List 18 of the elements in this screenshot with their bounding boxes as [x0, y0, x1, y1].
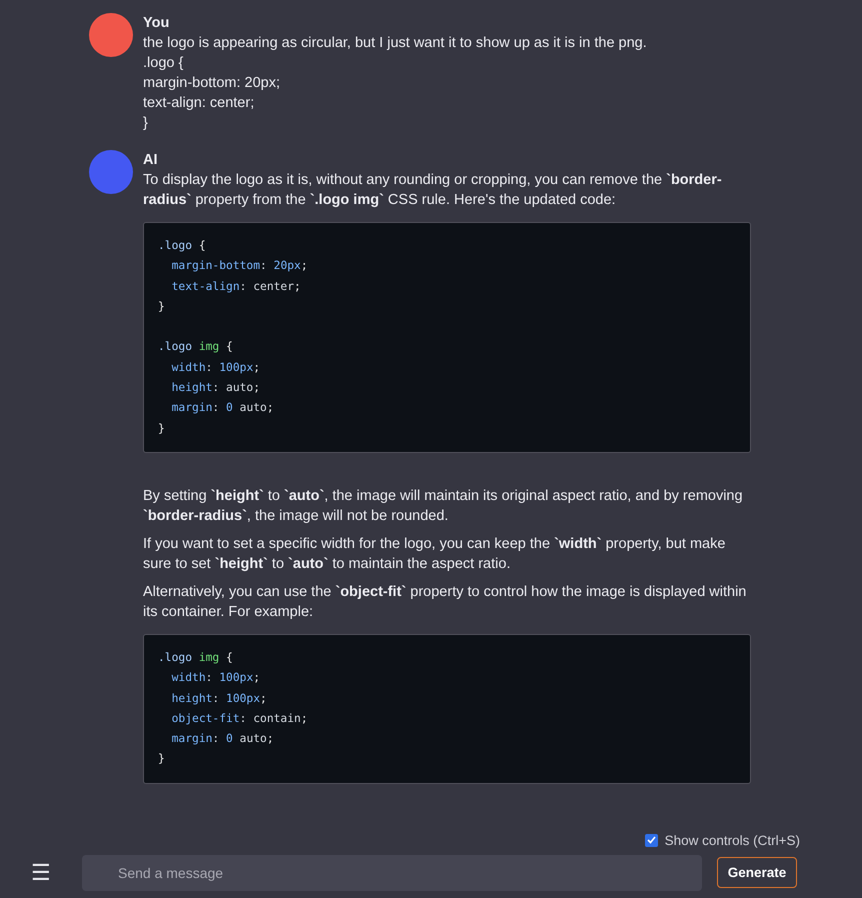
generate-button[interactable]: Generate: [717, 857, 797, 888]
code-block: .logo img { width: 100px; height: 100px; object-fit: contain; margin: 0 auto; }: [143, 634, 751, 784]
message-input[interactable]: Send a message: [82, 854, 702, 890]
message-text: .logo {: [143, 54, 184, 73]
message-text: margin-bottom: 20px;: [143, 74, 282, 93]
message-text: If you want to set a specific width for the logo, you can keep the `width` property, but make sure to set `height` to `auto` to maintain the aspect ratio.: [143, 534, 726, 574]
message-text: By setting `height` to `auto`, the image will maintain its original aspect ratio, and by removing `border-radius`, the image will not be rounded.: [143, 486, 744, 526]
message-text: text-align: center;: [143, 94, 256, 113]
menu-icon[interactable]: ☰: [0, 855, 82, 890]
message-text: }: [143, 114, 149, 133]
checkbox-label: Show controls (Ctrl+S): [664, 832, 800, 848]
code-block: .logo { margin-bottom: 20px; text-align: center; } .logo img { width: 100px; height: auto; margin: 0 auto; }: [143, 222, 751, 453]
author-name: You: [143, 14, 170, 33]
message-text: To display the logo as it is, without any rounding or cropping, you can remove the `border-radius` property from the `.logo img` CSS rule. Here's the updated code:: [143, 171, 723, 210]
message-text: Alternatively, you can use the `object-fit` property to control how the image is displayed within its container. For example:: [143, 582, 748, 622]
checkbox[interactable]: [644, 834, 658, 846]
author-name: AI: [143, 151, 158, 170]
message-text: the logo is appearing as circular, but I just want it to show up as it is in the png.: [143, 34, 648, 53]
